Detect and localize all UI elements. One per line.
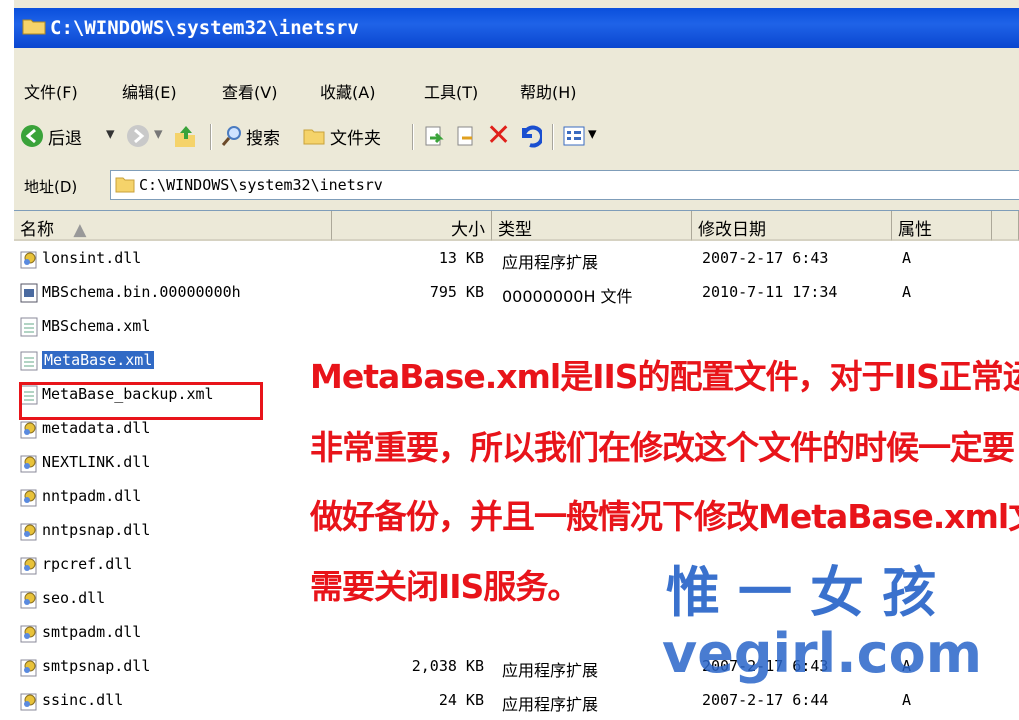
watermark-chinese: 惟一女孩 — [666, 561, 954, 624]
menu-view[interactable]: 查看(V) — [222, 79, 277, 103]
folder-icon — [115, 177, 135, 193]
folders-button[interactable]: 文件夹 — [330, 124, 381, 149]
file-size: 2,038 KB — [411, 657, 484, 675]
file-row[interactable]: MBSchema.bin.00000000h 795 KB 00000000H 文件… — [14, 277, 1019, 308]
file-name: MetaBase.xml — [42, 351, 155, 369]
file-name: nntpsnap.dll — [42, 521, 151, 539]
toolbar: 后退 ▾ ▾ 搜索 文件夹 ✕ ▾ — [14, 114, 1019, 156]
column-header-name[interactable]: 名称 ▲ — [14, 211, 332, 241]
file-row[interactable]: lonsint.dll 13 KB 应用程序扩展 2007-2-17 6:43 A — [14, 243, 1019, 274]
delete-icon[interactable]: ✕ — [486, 118, 511, 153]
move-to-icon[interactable] — [422, 124, 446, 148]
address-label: 地址(D) — [24, 178, 78, 196]
dll-file-icon — [20, 657, 38, 677]
file-name: lonsint.dll — [42, 249, 142, 267]
xml-file-icon — [20, 351, 38, 371]
watermark-url: vegirl.com — [662, 622, 983, 685]
toolbar-separator — [210, 124, 212, 150]
file-name: MBSchema.bin.00000000h — [42, 283, 241, 301]
file-size: 13 KB — [438, 249, 484, 267]
menu-help[interactable]: 帮助(H) — [520, 79, 577, 103]
search-button[interactable]: 搜索 — [246, 124, 280, 149]
forward-dropdown-icon[interactable]: ▾ — [154, 124, 163, 144]
dll-file-icon — [20, 555, 38, 575]
folders-icon[interactable] — [302, 124, 326, 148]
file-name: NEXTLINK.dll — [42, 453, 151, 471]
address-input[interactable]: C:\WINDOWS\system32\inetsrv — [110, 170, 1019, 200]
back-dropdown-icon[interactable]: ▾ — [106, 124, 115, 144]
binary-file-icon — [20, 283, 38, 303]
file-name: smtpadm.dll — [42, 623, 142, 641]
dll-file-icon — [20, 249, 38, 269]
annotation-line-2: 非常重要，所以我们在修改这个文件的时候一定要 — [310, 428, 1015, 467]
file-name: nntpadm.dll — [42, 487, 142, 505]
menu-bar: 文件(F) 编辑(E) 查看(V) 收藏(A) 工具(T) 帮助(H) — [14, 70, 1019, 108]
dll-file-icon — [20, 453, 38, 473]
file-name: smtpsnap.dll — [42, 657, 151, 675]
file-attributes: A — [902, 249, 912, 267]
sort-ascending-icon: ▲ — [73, 220, 87, 240]
dll-file-icon — [20, 521, 38, 541]
views-icon[interactable] — [562, 124, 586, 148]
column-header-size[interactable]: 大小 — [332, 211, 492, 241]
views-dropdown-icon[interactable]: ▾ — [588, 124, 597, 144]
menu-file[interactable]: 文件(F) — [24, 79, 78, 103]
file-name: ssinc.dll — [42, 691, 124, 709]
copy-to-icon[interactable] — [454, 124, 478, 148]
file-attributes: A — [902, 283, 912, 301]
file-name: rpcref.dll — [42, 555, 133, 573]
toolbar-separator — [552, 124, 554, 150]
back-arrow-icon[interactable] — [20, 124, 44, 148]
highlight-box — [19, 382, 263, 420]
dll-file-icon — [20, 487, 38, 507]
file-date: 2010-7-11 17:34 — [702, 283, 838, 301]
file-type: 应用程序扩展 — [502, 661, 599, 680]
folder-icon — [22, 19, 46, 35]
title-bar[interactable]: C:\WINDOWS\system32\inetsrv — [14, 8, 1019, 48]
search-icon[interactable] — [220, 124, 244, 148]
file-type: 应用程序扩展 — [502, 253, 599, 272]
annotation-line-3: 做好备份，并且一般情况下修改MetaBase.xml文件 — [310, 497, 1019, 536]
dll-file-icon — [20, 623, 38, 643]
file-date: 2007-2-17 6:43 — [702, 249, 829, 267]
file-name: MBSchema.xml — [42, 317, 151, 335]
menu-edit[interactable]: 编辑(E) — [122, 79, 177, 103]
undo-icon[interactable] — [518, 124, 542, 148]
annotation-line-4: 需要关闭IIS服务。 — [310, 567, 580, 606]
file-date: 2007-2-17 6:44 — [702, 691, 829, 709]
column-name-label: 名称 — [20, 220, 54, 240]
address-bar: 地址(D) C:\WINDOWS\system32\inetsrv — [14, 162, 1019, 206]
dll-file-icon — [20, 691, 38, 711]
annotation-line-1: MetaBase.xml是IIS的配置文件，对于IIS正常运行 — [310, 357, 1019, 396]
up-folder-icon[interactable] — [172, 123, 198, 149]
file-attributes: A — [902, 691, 912, 709]
forward-arrow-icon[interactable] — [126, 124, 150, 148]
menu-favorites[interactable]: 收藏(A) — [320, 79, 375, 103]
toolbar-separator — [412, 124, 414, 150]
file-size: 24 KB — [438, 691, 484, 709]
window-title: C:\WINDOWS\system32\inetsrv — [50, 17, 359, 39]
column-header-date[interactable]: 修改日期 — [692, 211, 892, 241]
address-path: C:\WINDOWS\system32\inetsrv — [139, 176, 383, 194]
file-name: seo.dll — [42, 589, 106, 607]
file-type: 应用程序扩展 — [502, 695, 599, 714]
explorer-window: C:\WINDOWS\system32\inetsrv 文件(F) 编辑(E) … — [14, 0, 1019, 720]
column-header-type[interactable]: 类型 — [492, 211, 692, 241]
back-button[interactable]: 后退 — [48, 124, 82, 149]
file-name: metadata.dll — [42, 419, 151, 437]
menu-tools[interactable]: 工具(T) — [424, 79, 478, 103]
file-row[interactable]: ssinc.dll 24 KB 应用程序扩展 2007-2-17 6:44 A — [14, 685, 1019, 716]
file-size: 795 KB — [429, 283, 484, 301]
dll-file-icon — [20, 419, 38, 439]
xml-file-icon — [20, 317, 38, 337]
column-header-blank — [992, 211, 1019, 241]
file-type: 00000000H 文件 — [502, 287, 633, 306]
column-header-attributes[interactable]: 属性 — [892, 211, 992, 241]
dll-file-icon — [20, 589, 38, 609]
